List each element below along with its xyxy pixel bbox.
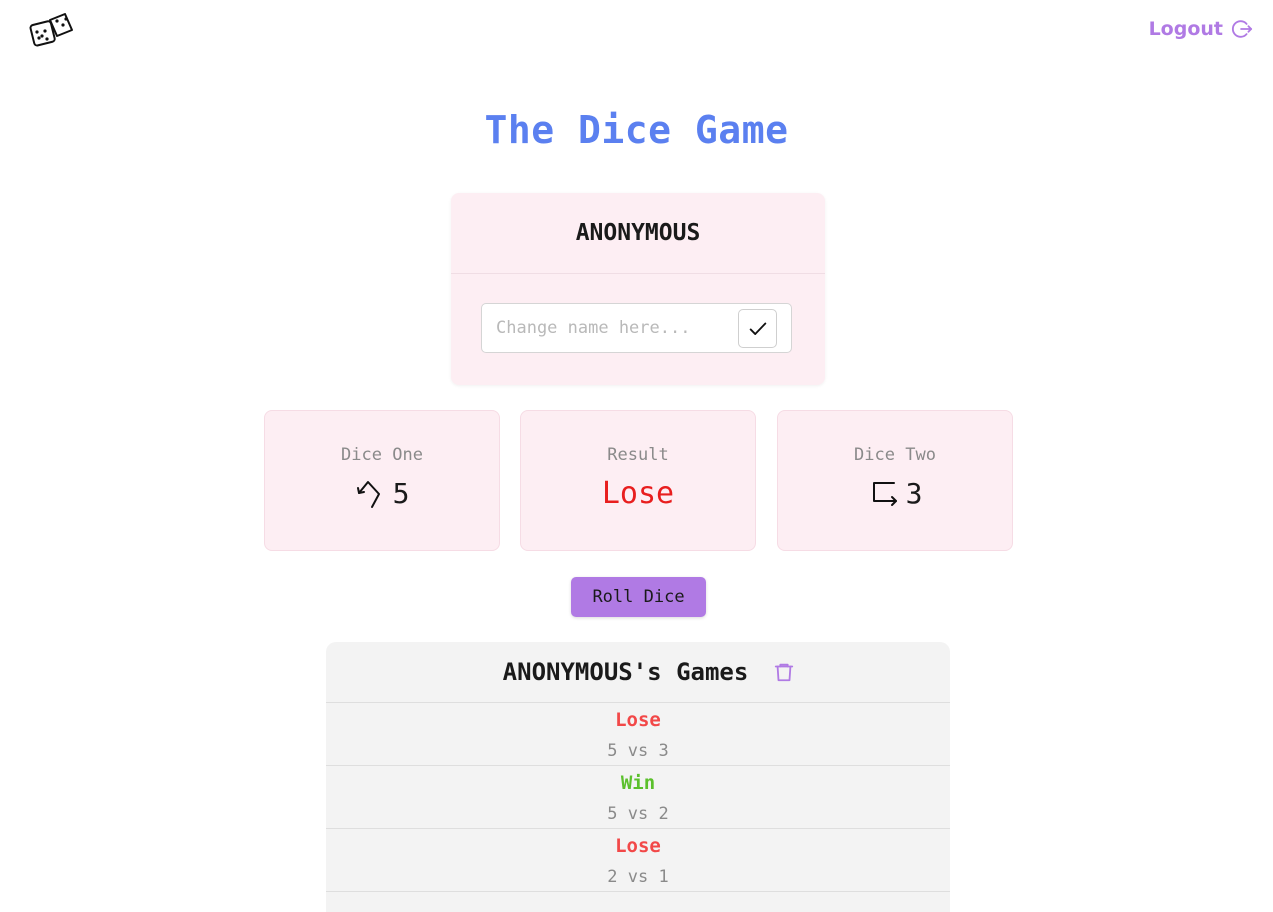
logout-icon (1232, 20, 1253, 38)
dice-one-label: Dice One (341, 445, 423, 465)
roll-dice-button[interactable]: Roll Dice (571, 577, 706, 617)
game-score: 5 vs 3 (607, 741, 669, 761)
game-outcome: Win (620, 772, 656, 794)
page-title: The Dice Game (484, 108, 789, 152)
top-bar: Logout (0, 0, 1273, 62)
game-outcome: Lose (615, 835, 661, 857)
check-icon (749, 322, 766, 335)
games-panel: ANONYMOUS's Games Lose 5 vs 3 Win 5 vs 2… (326, 642, 950, 912)
dice-two-value: 3 (905, 476, 923, 510)
arrow-bend-down-right-icon (872, 482, 897, 506)
dice-two-label: Dice Two (854, 445, 936, 465)
dice-one-value-group: 5 (265, 473, 499, 513)
dice-icon[interactable] (28, 11, 74, 49)
confirm-name-button[interactable] (738, 309, 777, 348)
change-name-input[interactable] (482, 304, 732, 352)
games-header: ANONYMOUS's Games (326, 642, 950, 703)
logout-button[interactable]: Logout (1149, 18, 1253, 40)
player-name: ANONYMOUS (451, 193, 825, 274)
game-row: Lose 2 vs 1 (326, 829, 950, 892)
games-title: ANONYMOUS's Games (502, 658, 749, 686)
game-row: Lose 5 vs 3 (326, 703, 950, 766)
result-value: Lose (601, 475, 675, 511)
game-score: 2 vs 1 (607, 867, 669, 887)
game-row: Win 5 vs 2 (326, 766, 950, 829)
game-outcome: Lose (615, 709, 661, 731)
change-name-form (481, 303, 792, 353)
player-card: ANONYMOUS (451, 193, 825, 385)
result-card: Result Lose (520, 410, 756, 551)
dice-two-value-group: 3 (778, 473, 1012, 513)
arrow-bend-down-left-icon (356, 481, 380, 508)
dice-two-card: Dice Two 3 (777, 410, 1013, 551)
trash-icon[interactable] (773, 661, 795, 683)
game-score: 5 vs 2 (607, 804, 669, 824)
result-label: Result (607, 445, 669, 465)
dice-one-value: 5 (392, 476, 410, 510)
logout-label: Logout (1148, 18, 1223, 40)
dice-one-card: Dice One 5 (264, 410, 500, 551)
